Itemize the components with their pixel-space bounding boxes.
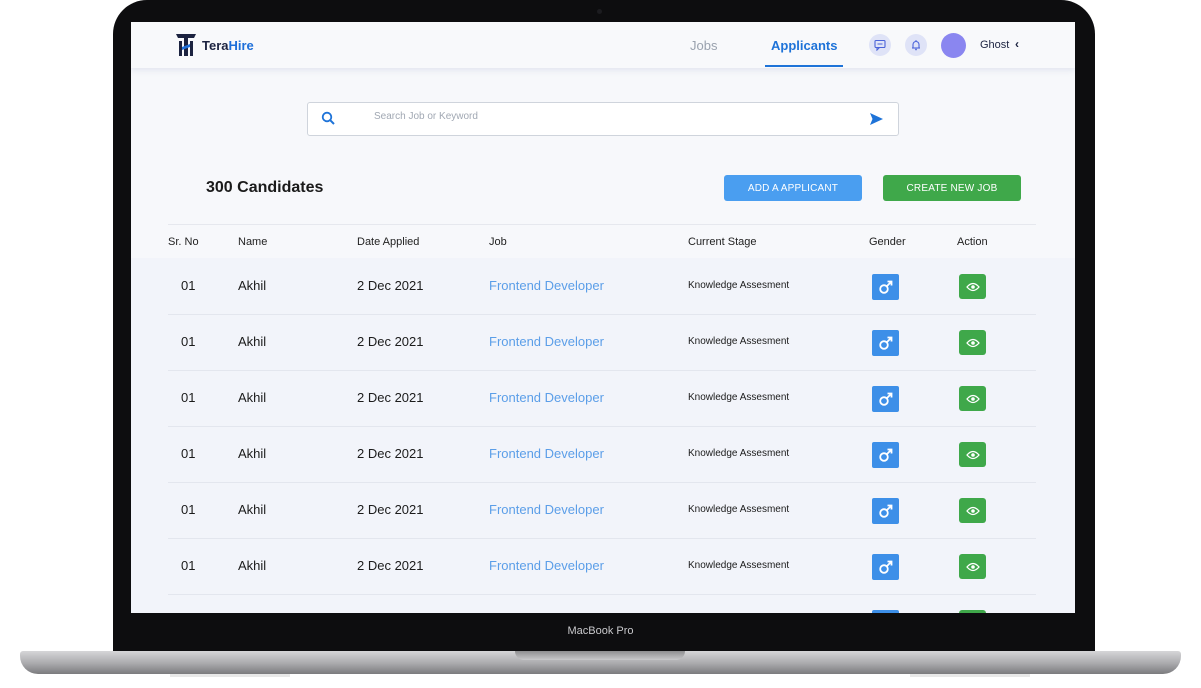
male-icon (872, 610, 899, 613)
nav-tab-jobs[interactable]: Jobs (690, 38, 717, 53)
header-divider (168, 224, 1036, 225)
cell-sr-no: 01 (181, 558, 196, 573)
top-navbar: TeraHire Jobs Applicants Ghost ‹ (131, 22, 1075, 68)
candidates-count: 300 Candidates (206, 179, 324, 196)
notifications-button[interactable] (905, 34, 927, 56)
male-icon (872, 330, 899, 356)
eye-icon[interactable] (959, 498, 986, 523)
table-row[interactable]: 01 Akhil 2 Dec 2021 Frontend Developer K… (168, 314, 1036, 371)
brand-name[interactable]: TeraHire (202, 38, 254, 53)
create-new-job-button[interactable]: CREATE NEW JOB (883, 175, 1021, 201)
eye-icon[interactable] (959, 274, 986, 299)
cell-date-applied: 2 Dec 2021 (357, 558, 424, 573)
column-header-action: Action (957, 236, 988, 248)
cell-name: Akhil (238, 334, 267, 349)
user-name[interactable]: Ghost (980, 39, 1009, 51)
messages-button[interactable] (869, 34, 891, 56)
laptop-foot (170, 674, 290, 677)
table-row[interactable]: 01 Akhil 2 Dec 2021 Frontend Developer K… (168, 482, 1036, 539)
laptop-hinge-notch (515, 651, 685, 660)
brand-suffix: Hire (228, 38, 254, 53)
send-icon[interactable] (869, 112, 884, 126)
table-row[interactable]: 01 Akhil 2 Dec 2021 Frontend Developer K… (168, 538, 1036, 595)
cell-name: Akhil (238, 502, 267, 517)
cell-sr-no: 01 (181, 390, 196, 405)
terahire-logo-icon (176, 34, 196, 56)
male-icon (872, 386, 899, 412)
search-input[interactable] (374, 111, 854, 122)
column-header-name: Name (238, 236, 268, 248)
cell-current-stage: Knowledge Assesment (688, 560, 790, 571)
active-tab-indicator (765, 65, 843, 67)
search-bar (307, 102, 899, 136)
eye-icon[interactable] (959, 554, 986, 579)
eye-icon[interactable] (959, 442, 986, 467)
cell-sr-no: 01 (181, 334, 196, 349)
cell-sr-no: 01 (181, 278, 196, 293)
column-header-sr-no: Sr. No (168, 236, 199, 248)
camera-dot (597, 9, 602, 14)
cell-job-link[interactable]: Frontend Developer (489, 558, 604, 573)
cell-sr-no: 01 (181, 446, 196, 461)
nav-tab-applicants[interactable]: Applicants (771, 38, 837, 53)
chat-icon (874, 39, 886, 51)
cell-date-applied: 2 Dec 2021 (357, 446, 424, 461)
cell-name: Akhil (238, 558, 267, 573)
column-header-current-stage: Current Stage (688, 236, 757, 248)
cell-current-stage: Knowledge Assesment (688, 448, 790, 459)
device-model-label: MacBook Pro (567, 625, 634, 637)
add-applicant-button[interactable]: ADD A APPLICANT (724, 175, 862, 201)
cell-date-applied: 2 Dec 2021 (357, 278, 424, 293)
column-header-job: Job (489, 236, 507, 248)
cell-job-link[interactable]: Frontend Developer (489, 390, 604, 405)
brand-prefix: Tera (202, 38, 229, 53)
user-avatar[interactable] (941, 33, 966, 58)
cell-date-applied: 2 Dec 2021 (357, 334, 424, 349)
male-icon (872, 274, 899, 300)
male-icon (872, 442, 899, 468)
male-icon (872, 498, 899, 524)
cell-job-link[interactable]: Frontend Developer (489, 334, 604, 349)
app-screen: TeraHire Jobs Applicants Ghost ‹ 300 Can… (131, 22, 1075, 613)
cell-job-link[interactable]: Frontend Developer (489, 278, 604, 293)
table-row[interactable]: 01 Akhil 2 Dec 2021 Frontend Developer K… (168, 258, 1036, 315)
cell-date-applied: 2 Dec 2021 (357, 502, 424, 517)
table-row[interactable]: 01 Akhil 2 Dec 2021 Frontend Developer K… (168, 370, 1036, 427)
bell-icon (912, 40, 920, 51)
cell-job-link[interactable]: Frontend Developer (489, 446, 604, 461)
table-body: 01 Akhil 2 Dec 2021 Frontend Developer K… (131, 258, 1075, 613)
eye-icon[interactable] (959, 330, 986, 355)
search-icon (321, 111, 335, 125)
cell-sr-no: 01 (181, 502, 196, 517)
eye-icon[interactable] (959, 386, 986, 411)
column-header-gender: Gender (869, 236, 906, 248)
cell-date-applied: 2 Dec 2021 (357, 390, 424, 405)
chevron-left-icon[interactable]: ‹ (1015, 37, 1019, 51)
cell-current-stage: Knowledge Assesment (688, 280, 790, 291)
cell-name: Akhil (238, 278, 267, 293)
cell-job-link[interactable]: Frontend Developer (489, 502, 604, 517)
laptop-foot (910, 674, 1030, 677)
cell-current-stage: Knowledge Assesment (688, 392, 790, 403)
table-row[interactable]: 01 Akhil 2 Dec 2021 Frontend Developer K… (168, 426, 1036, 483)
cell-current-stage: Knowledge Assesment (688, 336, 790, 347)
cell-current-stage: Knowledge Assesment (688, 504, 790, 515)
cell-name: Akhil (238, 446, 267, 461)
male-icon (872, 554, 899, 580)
eye-icon[interactable] (959, 610, 986, 613)
column-header-date-applied: Date Applied (357, 236, 420, 248)
cell-name: Akhil (238, 390, 267, 405)
